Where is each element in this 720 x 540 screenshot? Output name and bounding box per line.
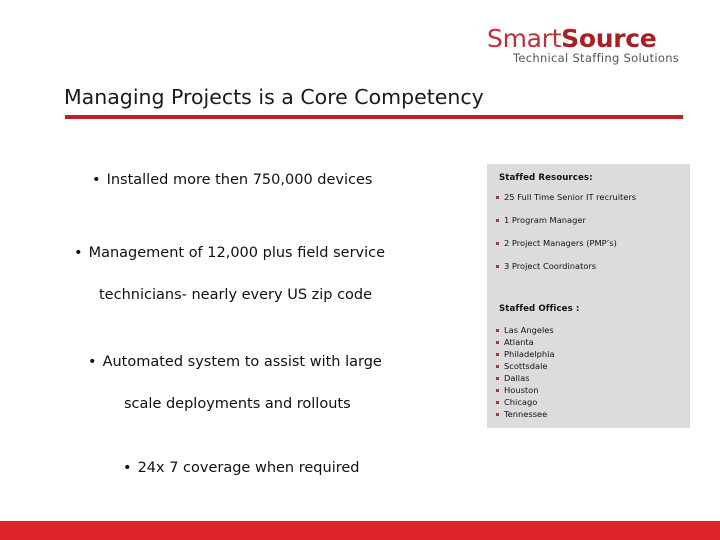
list-item-label: 25 Full Time Senior IT recruiters <box>504 192 637 202</box>
title-underline-rule <box>65 115 683 119</box>
list-item-label: Tennessee <box>504 409 548 419</box>
page-title: Managing Projects is a Core Competency <box>64 85 484 109</box>
bullet-line: • Installed more then 750,000 devices <box>92 170 372 191</box>
bullet-text: Installed more then 750,000 devices <box>106 172 373 188</box>
logo-tagline: Technical Staffing Solutions <box>513 51 680 65</box>
list-item-label: Atlanta <box>504 337 534 347</box>
bullet-item-1: • Installed more then 750,000 devices <box>92 170 372 191</box>
staffed-offices-list: Las Angeles Atlanta Philadelphia Scottsd… <box>496 325 688 421</box>
square-bullet-icon <box>496 196 499 199</box>
bullet-item-4: • 24x 7 coverage when required <box>123 458 360 479</box>
list-item: 2 Project Managers (PMP’s) <box>496 238 688 261</box>
list-item-label: 3 Project Coordinators <box>504 261 597 271</box>
bullet-line: • 24x 7 coverage when required <box>123 458 360 479</box>
square-bullet-icon <box>496 242 499 245</box>
list-item: 25 Full Time Senior IT recruiters <box>496 192 688 215</box>
list-item-label: Dallas <box>504 373 530 383</box>
slide-canvas: SmartSource Technical Staffing Solutions… <box>0 0 720 540</box>
bullet-text: 24x 7 coverage when required <box>137 460 360 476</box>
list-item: Las Angeles <box>496 325 688 337</box>
list-item-label: Scottsdale <box>504 361 548 371</box>
bullet-marker-icon: • <box>88 354 97 370</box>
footer-accent-bar <box>0 521 720 540</box>
square-bullet-icon <box>496 219 499 222</box>
logo-word-source: Source <box>561 24 657 53</box>
list-item: 3 Project Coordinators <box>496 261 688 284</box>
staffed-offices-heading: Staffed Offices : <box>499 304 580 314</box>
square-bullet-icon <box>496 265 499 268</box>
bullet-line-continuation: scale deployments and rollouts <box>124 396 351 412</box>
list-item: Scottsdale <box>496 361 688 373</box>
list-item: Philadelphia <box>496 349 688 361</box>
staffing-info-panel: Staffed Resources: 25 Full Time Senior I… <box>487 164 690 428</box>
bullet-marker-icon: • <box>92 172 101 188</box>
bullet-item-3: • Automated system to assist with large s… <box>88 352 382 415</box>
staffed-resources-list: 25 Full Time Senior IT recruiters 1 Prog… <box>496 192 688 284</box>
square-bullet-icon <box>496 377 499 380</box>
list-item: Tennessee <box>496 409 688 421</box>
bullet-marker-icon: • <box>74 245 83 261</box>
list-item-label: 1 Program Manager <box>504 215 586 225</box>
bullet-item-2: • Management of 12,000 plus field service… <box>74 243 385 306</box>
list-item-label: Houston <box>504 385 539 395</box>
list-item-label: Philadelphia <box>504 349 555 359</box>
list-item-label: Las Angeles <box>504 325 554 335</box>
logo-word-smart: Smart <box>487 24 562 53</box>
list-item: Houston <box>496 385 688 397</box>
square-bullet-icon <box>496 401 499 404</box>
bullet-line-continuation: technicians- nearly every US zip code <box>99 287 373 303</box>
list-item: Chicago <box>496 397 688 409</box>
bullet-line: • Automated system to assist with large <box>88 352 382 373</box>
bullet-line: • Management of 12,000 plus field service <box>74 243 385 264</box>
brand-logo: SmartSource Technical Staffing Solutions <box>487 26 687 68</box>
logo-wordmark: SmartSource <box>487 26 687 51</box>
list-item-label: 2 Project Managers (PMP’s) <box>504 238 617 248</box>
list-item: Atlanta <box>496 337 688 349</box>
square-bullet-icon <box>496 341 499 344</box>
list-item: 1 Program Manager <box>496 215 688 238</box>
square-bullet-icon <box>496 365 499 368</box>
list-item-label: Chicago <box>504 397 538 407</box>
square-bullet-icon <box>496 353 499 356</box>
square-bullet-icon <box>496 329 499 332</box>
bullet-text: Management of 12,000 plus field service <box>88 245 386 261</box>
square-bullet-icon <box>496 413 499 416</box>
list-item: Dallas <box>496 373 688 385</box>
bullet-text: Automated system to assist with large <box>102 354 382 370</box>
staffed-resources-heading: Staffed Resources: <box>499 173 593 183</box>
bullet-marker-icon: • <box>123 460 132 476</box>
square-bullet-icon <box>496 389 499 392</box>
